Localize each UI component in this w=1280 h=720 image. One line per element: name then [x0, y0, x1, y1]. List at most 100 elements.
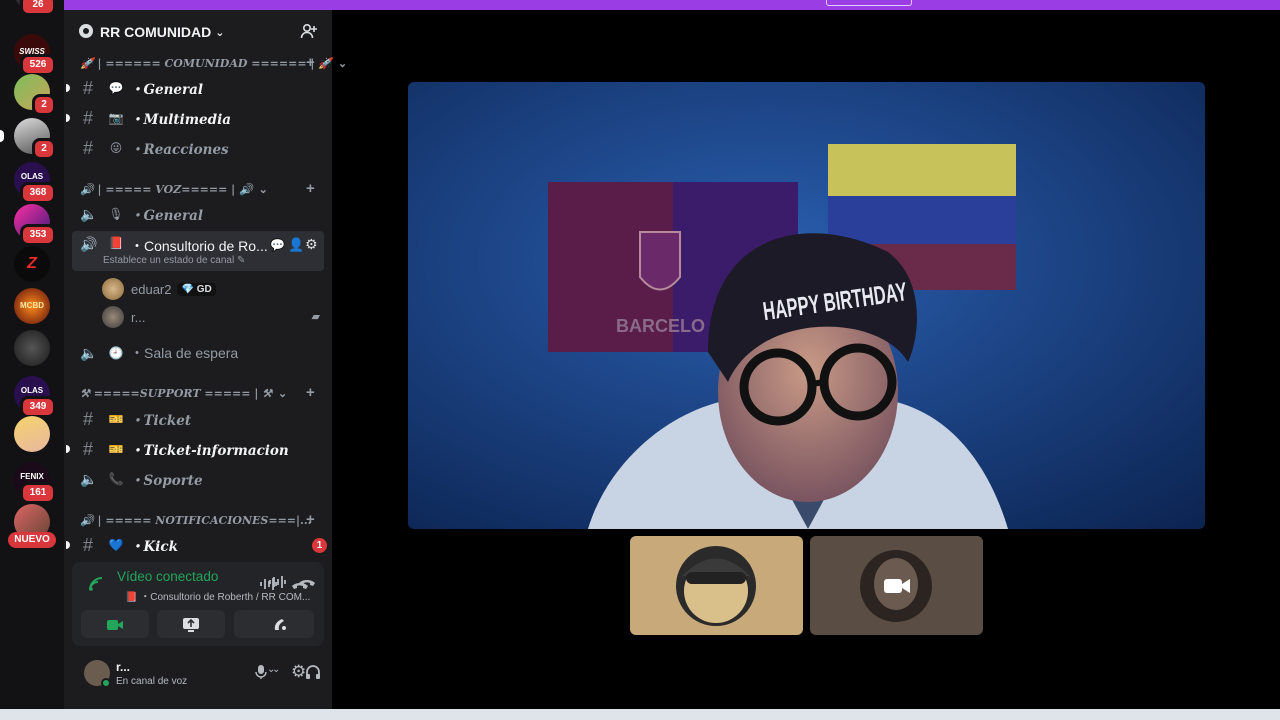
user-settings-gear-icon[interactable]: ⚙	[291, 662, 306, 682]
disconnect-icon[interactable]	[291, 577, 309, 598]
channel-ticket[interactable]: # 🎫 ・Ticket	[72, 405, 324, 433]
server-mention-badge: 349	[20, 396, 56, 418]
chevron-down-icon: ⌄	[337, 56, 348, 70]
participant-tile-eduar2[interactable]	[630, 536, 803, 635]
channel-name: ・Sala de espera	[130, 345, 239, 361]
settings-gear-icon[interactable]: ⚙	[305, 236, 318, 253]
username[interactable]: r...	[116, 660, 130, 674]
category-notificaciones[interactable]: 🔊 | ===== NOTIFICACIONES===|... +	[80, 511, 315, 529]
server-mention-badge: 368	[20, 182, 56, 204]
guild-header[interactable]: RR COMUNIDAD ⌄	[64, 14, 332, 50]
server-icon-swiss[interactable]: SWISS 526	[14, 34, 56, 76]
soundboard-button[interactable]	[246, 610, 314, 638]
create-channel-icon[interactable]: +	[306, 511, 315, 528]
channel-emoji: 💙	[108, 538, 124, 552]
server-icon-anime[interactable]	[14, 416, 50, 452]
channel-emoji: 😜	[109, 141, 123, 155]
channel-name: ・Ticket	[130, 413, 192, 429]
user-status-text: En canal de voz	[116, 676, 188, 687]
voice-user-eduar2[interactable]: eduar2 💎 GD	[102, 277, 216, 301]
os-taskbar	[0, 709, 1280, 720]
server-icon-fenix[interactable]: FENIX 161	[14, 462, 56, 504]
voice-user-self[interactable]: r... ▰	[102, 305, 320, 329]
channel-name: ・Kick	[130, 539, 178, 555]
chevron-down-icon: ⌄	[258, 182, 268, 196]
voice-status-title[interactable]: Vídeo conectado	[117, 569, 218, 584]
server-rail: 26 SWISS 526 2 2 OLAS 368 353 Z MCBD OLA…	[0, 0, 64, 720]
channel-reacciones[interactable]: # 😜 ・Reacciones	[72, 134, 324, 162]
create-channel-icon[interactable]: +	[306, 384, 315, 401]
server-icon-pink[interactable]: 353	[14, 204, 56, 246]
category-support[interactable]: ⚒ =====SUPPORT ===== | ⚒ ⌄ +	[80, 384, 315, 402]
server-icon-olas[interactable]: OLAS 368	[14, 162, 56, 204]
new-badge[interactable]: NUEVO	[8, 532, 56, 548]
server-icon-z[interactable]: Z	[14, 246, 50, 282]
channel-emoji: 🎫	[108, 412, 124, 426]
channel-name: ・Consultorio de Ro...	[130, 238, 268, 254]
screen-share-button[interactable]	[157, 610, 225, 638]
server-icon-olas-2[interactable]: OLAS 349	[14, 376, 56, 418]
channel-multimedia[interactable]: # 📷 ・Multimedia	[66, 104, 324, 132]
svg-text:BARCELO: BARCELO	[616, 316, 705, 336]
server-mention-badge: 161	[20, 482, 56, 504]
server-mention-badge: 526	[20, 54, 56, 76]
server-icon-top[interactable]: 26	[14, 0, 56, 16]
voice-user-name: eduar2	[131, 281, 172, 297]
server-icon-person[interactable]: 2	[0, 118, 56, 160]
text-channel-icon: #	[82, 438, 93, 459]
notice-action-button[interactable]	[826, 0, 912, 6]
channel-emoji: 📕	[108, 236, 124, 250]
online-status-dot	[101, 678, 111, 688]
channel-ticket-informacion[interactable]: # 🎫 ・Ticket-informacion	[66, 435, 324, 463]
noise-suppression-waveform-icon[interactable]	[259, 576, 277, 597]
text-channel-icon: #	[82, 408, 93, 429]
server-mention-badge: 26	[20, 0, 56, 16]
voice-channel-soporte[interactable]: 🔈 📞 ・Soporte	[72, 465, 324, 493]
server-icon-gta[interactable]: 2	[14, 74, 56, 116]
camera-off-icon	[882, 576, 912, 601]
channel-general[interactable]: # 💬 ・General	[66, 74, 324, 102]
chevron-down-icon[interactable]: ⌄	[267, 664, 275, 675]
channel-name: ・Soporte	[130, 473, 203, 489]
channel-name: ・Ticket-informacion	[130, 443, 289, 459]
invite-icon[interactable]: 👤	[288, 237, 304, 253]
invite-people-icon[interactable]	[300, 22, 318, 43]
camera-frame: BARCELO HAPPY BIRTHDAY	[408, 82, 1205, 529]
speaker-active-icon: 🔊	[80, 236, 98, 252]
avatar	[102, 278, 124, 300]
avatar	[102, 306, 124, 328]
headphones-icon[interactable]	[305, 664, 321, 683]
channel-name: ・Multimedia	[130, 112, 231, 128]
voice-channel-general[interactable]: 🔈 🎙 ・General	[72, 200, 324, 228]
video-camera-icon: ▰	[311, 311, 320, 323]
server-icon-mcbd[interactable]: MCBD	[14, 288, 50, 324]
channel-status-hint[interactable]: Establece un estado de canal ✎	[103, 255, 245, 266]
microphone-icon[interactable]	[255, 664, 267, 683]
main-video-feed[interactable]: BARCELO HAPPY BIRTHDAY	[408, 82, 1205, 529]
camera-toggle-button[interactable]	[81, 610, 149, 638]
create-channel-icon[interactable]: +	[306, 54, 315, 71]
voice-channel-sala-espera[interactable]: 🔈 🕘 ・Sala de espera	[72, 339, 324, 367]
speaker-icon: 🔈	[80, 344, 98, 361]
category-voz[interactable]: 🔊 | ===== VOZ===== | 🔊 ⌄ +	[80, 180, 315, 198]
unread-pip	[66, 445, 70, 453]
participant-tile-self[interactable]	[810, 536, 983, 635]
server-mention-badge: 2	[32, 94, 56, 116]
speaker-icon: 🔈	[80, 470, 98, 487]
voice-channel-consultorio[interactable]: 🔊 📕 ・Consultorio de Ro... 💬 👤 ⚙ Establec…	[72, 231, 324, 271]
category-comunidad[interactable]: 🚀 | ====== COMUNIDAD ====== | 🚀 ⌄ +	[80, 54, 347, 72]
server-icon-dark[interactable]	[14, 330, 50, 366]
open-chat-icon[interactable]: 💬	[270, 238, 285, 252]
channel-kick[interactable]: # 💙 ・Kick 1	[66, 531, 327, 559]
text-channel-icon: #	[82, 534, 93, 555]
channel-name: ・General	[130, 82, 204, 98]
server-mention-badge: 353	[20, 224, 56, 246]
connection-signal-icon[interactable]	[88, 576, 104, 595]
guild-tag-badge: 💎 GD	[177, 282, 216, 296]
text-channel-icon: #	[82, 107, 93, 128]
voice-user-name: r...	[131, 309, 146, 325]
text-channel-icon: #	[82, 137, 93, 158]
channel-emoji: 📞	[108, 472, 124, 486]
channel-emoji: 🕘	[108, 346, 124, 360]
create-channel-icon[interactable]: +	[306, 180, 315, 197]
